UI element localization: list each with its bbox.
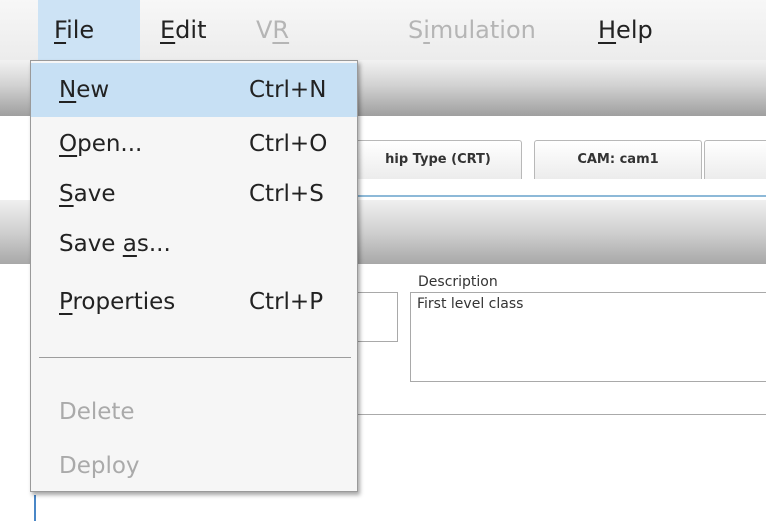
mnemonic: a — [122, 231, 137, 257]
label-rest: pen... — [77, 131, 143, 157]
menu-separator — [39, 357, 351, 358]
tab-underline — [358, 195, 766, 197]
menu-item-label: Properties — [59, 275, 175, 329]
file-menu-dropdown: New Ctrl+N Open... Ctrl+O Save Ctrl+S Sa… — [30, 60, 358, 492]
tab-cam[interactable]: CAM: cam1 — [534, 140, 702, 179]
menu-help-label: elp — [616, 16, 653, 44]
menu-help[interactable]: Help — [598, 0, 678, 60]
shortcut-label: Ctrl+N — [249, 77, 327, 103]
menu-file[interactable]: File — [38, 0, 140, 60]
label-pre: Save — [59, 231, 123, 257]
divider — [340, 414, 766, 415]
mnemonic: O — [59, 131, 78, 157]
menu-vr-mnemonic: R — [272, 16, 290, 44]
menu-simulation[interactable]: Simulation — [408, 0, 548, 60]
menu-item-label: Deploy — [59, 453, 140, 479]
menu-item-delete[interactable]: Delete — [31, 385, 357, 439]
label-rest: roperties — [72, 289, 176, 315]
menu-item-open[interactable]: Open... Ctrl+O — [31, 117, 357, 171]
description-label: Description — [418, 274, 498, 290]
mnemonic: S — [59, 181, 74, 207]
menu-edit[interactable]: Edit — [160, 0, 240, 60]
menu-vr-label: V — [256, 16, 273, 44]
tab-label: hip Type (CRT) — [385, 152, 491, 167]
menu-item-label: Delete — [59, 399, 135, 425]
menu-item-label: New — [59, 63, 109, 117]
menu-simulation-label: mulation — [429, 16, 536, 44]
menu-simulation-pre: S — [408, 16, 424, 44]
menu-bar: File Edit VR Simulation Help — [0, 0, 766, 60]
mnemonic: N — [59, 77, 77, 103]
panel-edge — [34, 495, 36, 521]
menu-item-label: Save — [59, 167, 115, 221]
menu-vr[interactable]: VR — [256, 0, 316, 60]
menu-item-label: Save as... — [59, 217, 171, 271]
description-field[interactable]: First level class — [410, 292, 766, 382]
menu-help-mnemonic: H — [598, 16, 617, 44]
menu-simulation-mnemonic: i — [423, 16, 430, 44]
label-rest: ave — [73, 181, 116, 207]
menu-item-label: Open... — [59, 117, 142, 171]
menu-item-new[interactable]: New Ctrl+N — [31, 63, 357, 117]
menu-edit-mnemonic: E — [160, 16, 176, 44]
shortcut-label: Ctrl+S — [249, 181, 324, 207]
menu-file-label: ile — [66, 16, 95, 44]
label-rest: s... — [136, 231, 171, 257]
shortcut-label: Ctrl+O — [249, 131, 328, 157]
menu-item-save[interactable]: Save Ctrl+S — [31, 167, 357, 221]
menu-item-deploy[interactable]: Deploy — [31, 439, 357, 493]
shortcut-label: Ctrl+P — [249, 289, 324, 315]
mnemonic: P — [59, 289, 73, 315]
tab-relationship-type[interactable]: hip Type (CRT) — [354, 140, 522, 179]
label-rest: ew — [76, 77, 110, 103]
tab-more[interactable] — [704, 140, 766, 179]
menu-item-save-as[interactable]: Save as... — [31, 217, 357, 271]
menu-item-properties[interactable]: Properties Ctrl+P — [31, 275, 357, 329]
menu-edit-label: dit — [175, 16, 207, 44]
menu-file-mnemonic: F — [54, 16, 67, 44]
tab-label: CAM: cam1 — [577, 152, 659, 167]
